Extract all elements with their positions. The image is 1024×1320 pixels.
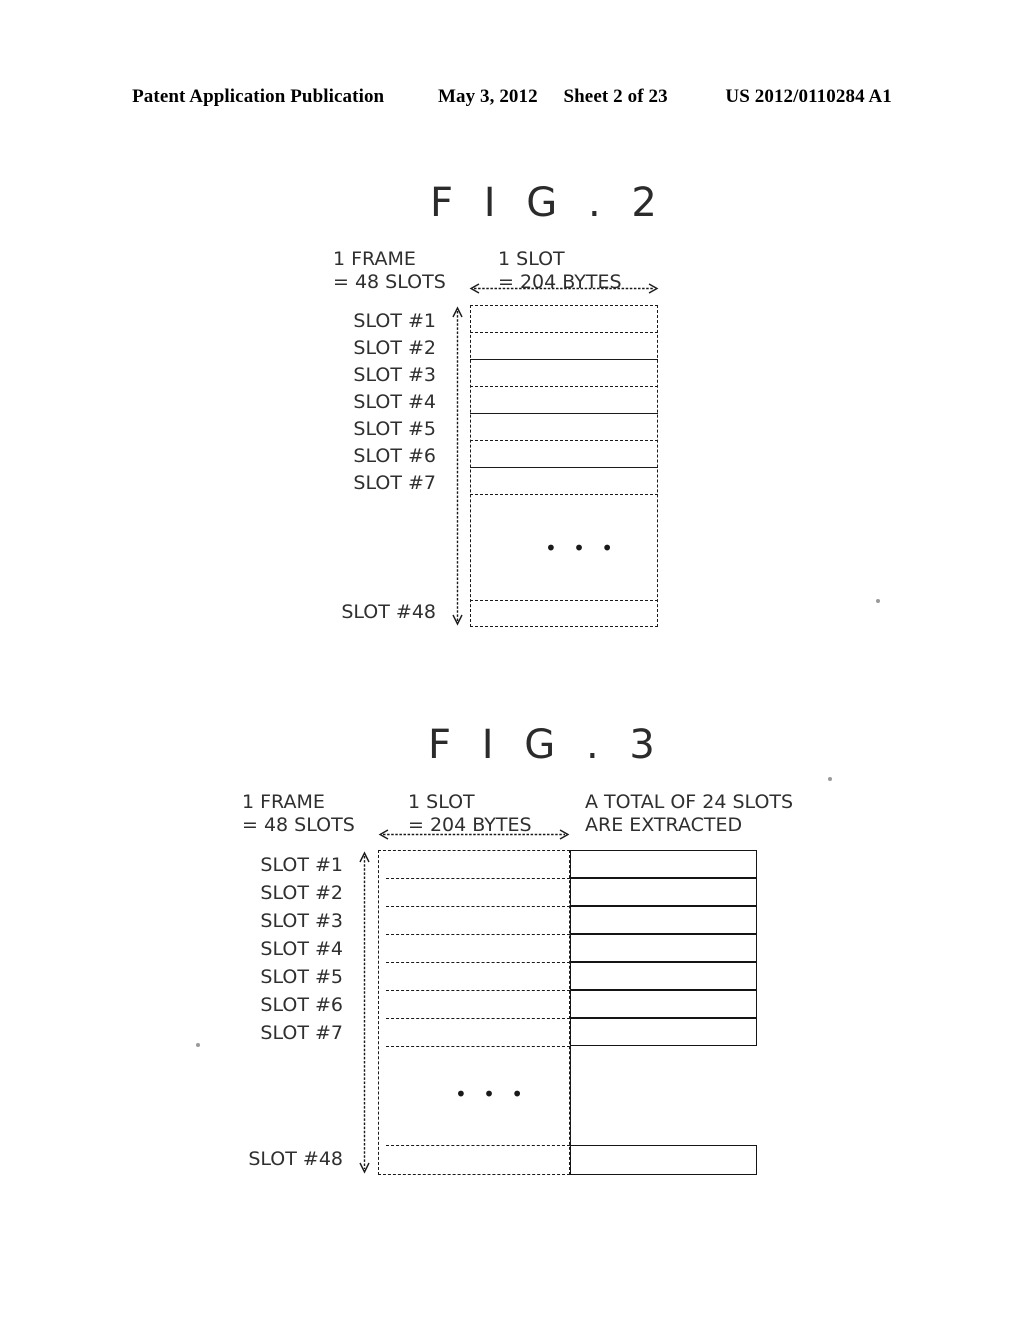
fig2-slot-label-5: SLOT #5 (353, 418, 436, 440)
fig3-extracted-slot-7 (570, 1018, 757, 1046)
fig2-frame-caption-line2: = 48 SLOTS (333, 271, 446, 293)
scan-speck-3 (196, 1043, 200, 1047)
fig3-frame-box (378, 850, 570, 1175)
fig3-extract-caption-line2: ARE EXTRACTED (585, 814, 743, 836)
fig3-slot-label-6: SLOT #6 (260, 994, 343, 1016)
fig3-row-divider-2 (386, 906, 570, 907)
header-patent-number: US 2012/0110284 A1 (725, 86, 892, 107)
fig3-frame-caption-line1: 1 FRAME (242, 791, 325, 813)
scan-speck-1 (876, 599, 880, 603)
fig3-frame-caption: 1 FRAME = 48 SLOTS (242, 791, 355, 837)
fig3-slot-width-arrow (377, 829, 571, 840)
fig3-slot-label-5: SLOT #5 (260, 966, 343, 988)
fig2-row-divider-3 (470, 386, 658, 387)
fig3-slot-label-2: SLOT #2 (260, 882, 343, 904)
fig3-frame-caption-line2: = 48 SLOTS (242, 814, 355, 836)
fig2-frame-caption: 1 FRAME = 48 SLOTS (333, 248, 446, 294)
fig3-slot-label-3: SLOT #3 (260, 910, 343, 932)
fig2-frame-caption-line1: 1 FRAME (333, 248, 416, 270)
header-sheet: Sheet 2 of 23 (563, 86, 668, 107)
fig3-row-divider-48 (386, 1145, 570, 1146)
fig3-slot-label-7: SLOT #7 (260, 1022, 343, 1044)
patent-header: Patent Application Publication May 3, 20… (0, 86, 1024, 108)
fig3-title: F I G . 3 (428, 722, 664, 768)
fig3-row-divider-1 (386, 878, 570, 879)
fig3-extracted-slot-2 (570, 878, 757, 906)
fig2-slot-caption-line1: 1 SLOT (498, 248, 565, 270)
fig2-slot-label-3: SLOT #3 (353, 364, 436, 386)
header-date: May 3, 2012 (437, 86, 538, 107)
fig2-title: F I G . 2 (430, 180, 666, 226)
fig3-row-divider-3 (386, 934, 570, 935)
fig3-extract-caption-line1: A TOTAL OF 24 SLOTS (585, 791, 794, 813)
fig2-frame-height-arrow (452, 305, 463, 627)
fig2-slot-label-2: SLOT #2 (353, 337, 436, 359)
fig3-extracted-slot-1 (570, 850, 757, 878)
fig3-frame-height-arrow (359, 850, 370, 1175)
fig3-slot-label-4: SLOT #4 (260, 938, 343, 960)
fig2-row-divider-2 (470, 359, 658, 360)
fig2-row-divider-7 (470, 494, 658, 495)
fig2-frame-box (470, 305, 658, 627)
fig3-row-divider-4 (386, 962, 570, 963)
fig2-row-divider-6 (470, 467, 658, 468)
fig3-slot-caption-line1: 1 SLOT (408, 791, 475, 813)
fig2-row-divider-5 (470, 440, 658, 441)
fig3-row-divider-7 (386, 1046, 570, 1047)
fig2-slot-label-4: SLOT #4 (353, 391, 436, 413)
fig2-row-divider-1 (470, 332, 658, 333)
fig2-slot-width-arrow (468, 283, 660, 294)
fig2-row-divider-48 (470, 600, 658, 601)
fig3-slot-label-48: SLOT #48 (248, 1148, 343, 1170)
fig3-row-divider-5 (386, 990, 570, 991)
fig3-extract-caption: A TOTAL OF 24 SLOTS ARE EXTRACTED (585, 791, 793, 837)
fig3-extracted-slot-48 (570, 1145, 757, 1175)
fig3-extracted-slot-4 (570, 934, 757, 962)
fig3-extracted-slot-3 (570, 906, 757, 934)
fig3-slot-label-1: SLOT #1 (260, 854, 343, 876)
fig2-ellipsis: • • • (545, 536, 619, 560)
fig2-slot-label-7: SLOT #7 (353, 472, 436, 494)
fig2-slot-label-1: SLOT #1 (353, 310, 436, 332)
fig3-extracted-slot-6 (570, 990, 757, 1018)
fig2-row-divider-4 (470, 413, 658, 414)
fig2-slot-label-6: SLOT #6 (353, 445, 436, 467)
fig3-extracted-slot-5 (570, 962, 757, 990)
fig3-row-divider-6 (386, 1018, 570, 1019)
header-publication: Patent Application Publication (132, 86, 385, 107)
scan-speck-2 (828, 777, 832, 781)
fig2-slot-label-48: SLOT #48 (341, 601, 436, 623)
fig3-ellipsis: • • • (455, 1082, 529, 1106)
